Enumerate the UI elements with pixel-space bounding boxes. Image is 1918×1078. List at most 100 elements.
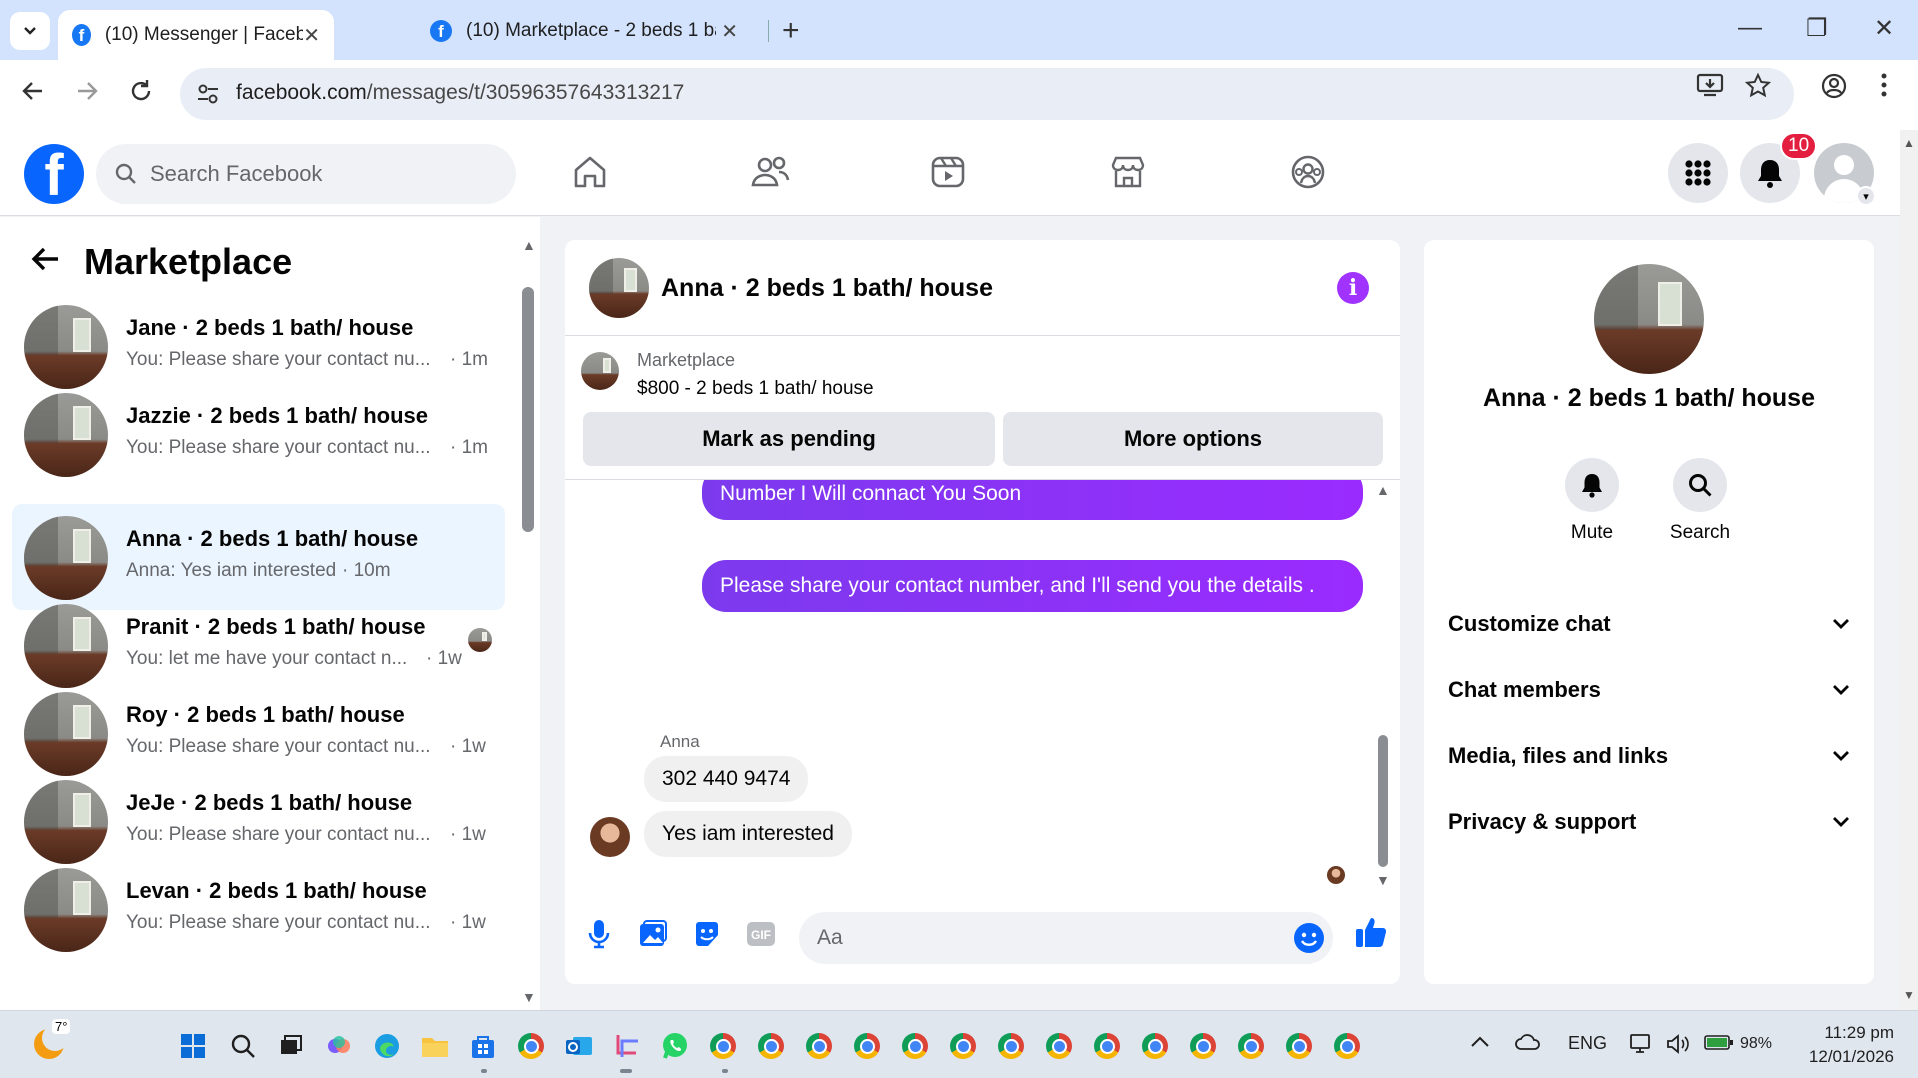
outgoing-message[interactable]: Number I Will connact You Soon bbox=[702, 480, 1363, 520]
search-input[interactable] bbox=[150, 161, 480, 187]
facebook-search-box[interactable] bbox=[96, 144, 516, 204]
conversation-list-scrollbar[interactable] bbox=[522, 287, 534, 532]
mark-as-pending-button[interactable]: Mark as pending bbox=[583, 412, 995, 466]
message-scrollbar[interactable] bbox=[1378, 735, 1388, 867]
media-files-links-section[interactable]: Media, files and links bbox=[1448, 734, 1850, 778]
conversation-item-levan[interactable]: Levan · 2 beds 1 bath/ house You: Please… bbox=[12, 856, 505, 962]
chrome-icon[interactable] bbox=[756, 1031, 786, 1061]
chrome-icon[interactable] bbox=[1332, 1031, 1362, 1061]
site-settings-icon[interactable] bbox=[194, 80, 222, 108]
chrome-icon[interactable] bbox=[948, 1031, 978, 1061]
mute-button[interactable]: Mute bbox=[1552, 458, 1632, 544]
new-tab-button[interactable]: + bbox=[782, 14, 800, 48]
marketplace-icon[interactable] bbox=[1106, 150, 1150, 194]
close-tab-icon[interactable]: ✕ bbox=[303, 23, 320, 48]
battery-icon[interactable] bbox=[1704, 1033, 1734, 1056]
outgoing-message[interactable]: Please share your contact number, and I'… bbox=[702, 560, 1363, 612]
scroll-down-arrow-icon[interactable]: ▼ bbox=[522, 989, 536, 1005]
kebab-menu-icon[interactable] bbox=[1880, 72, 1888, 105]
close-tab-icon[interactable]: ✕ bbox=[721, 19, 738, 44]
edge-icon[interactable] bbox=[372, 1031, 402, 1061]
info-icon[interactable]: i bbox=[1337, 272, 1369, 304]
sticker-icon[interactable] bbox=[689, 916, 725, 952]
chat-members-section[interactable]: Chat members bbox=[1448, 668, 1850, 712]
scroll-down-arrow-icon[interactable]: ▼ bbox=[1903, 988, 1915, 1002]
panel-title: Marketplace bbox=[84, 241, 293, 282]
chrome-icon[interactable] bbox=[1092, 1031, 1122, 1061]
chrome-icon[interactable] bbox=[516, 1031, 546, 1061]
emoji-icon[interactable] bbox=[1293, 922, 1325, 959]
back-icon[interactable] bbox=[20, 78, 46, 111]
outlook-icon[interactable] bbox=[564, 1031, 594, 1061]
tab-marketplace[interactable]: f (10) Marketplace - 2 beds 1 bat ✕ bbox=[416, 10, 752, 52]
close-window-icon[interactable]: ✕ bbox=[1874, 14, 1894, 43]
install-app-icon[interactable] bbox=[1696, 72, 1724, 105]
browser-toolbar: facebook.com/messages/t/3059635764331321… bbox=[0, 60, 1918, 130]
chrome-icon[interactable] bbox=[1236, 1031, 1266, 1061]
video-icon[interactable] bbox=[926, 150, 970, 194]
chrome-icon[interactable] bbox=[996, 1031, 1026, 1061]
file-explorer-icon[interactable] bbox=[420, 1031, 450, 1061]
restore-icon[interactable]: ❐ bbox=[1806, 14, 1828, 43]
scroll-up-arrow-icon[interactable]: ▲ bbox=[522, 237, 536, 253]
chat-avatar[interactable] bbox=[589, 258, 649, 318]
gif-icon[interactable]: GIF bbox=[743, 916, 779, 952]
message-input[interactable] bbox=[817, 926, 1257, 950]
chrome-icon[interactable] bbox=[1284, 1031, 1314, 1061]
chrome-icon[interactable] bbox=[852, 1031, 882, 1061]
groups-icon[interactable] bbox=[1286, 150, 1330, 194]
page-scrollbar[interactable]: ▲ ▼ bbox=[1900, 130, 1918, 1010]
listing-price-title[interactable]: $800 - 2 beds 1 bath/ house bbox=[637, 378, 874, 400]
profile-icon[interactable] bbox=[1820, 72, 1848, 107]
sender-avatar[interactable] bbox=[590, 817, 630, 857]
volume-icon[interactable] bbox=[1666, 1033, 1690, 1060]
minimize-icon[interactable]: — bbox=[1738, 14, 1762, 42]
chrome-icon[interactable] bbox=[708, 1031, 738, 1061]
thumbs-up-icon[interactable] bbox=[1351, 912, 1391, 952]
search-conversation-button[interactable]: Search bbox=[1660, 458, 1740, 544]
bookmark-star-icon[interactable] bbox=[1744, 72, 1772, 107]
more-options-button[interactable]: More options bbox=[1003, 412, 1383, 466]
tab-search-button[interactable] bbox=[10, 12, 50, 50]
scroll-down-arrow-icon[interactable]: ▼ bbox=[1376, 872, 1390, 888]
start-icon[interactable] bbox=[178, 1031, 208, 1061]
forward-icon[interactable] bbox=[74, 78, 100, 111]
store-icon[interactable] bbox=[468, 1031, 498, 1061]
language-indicator[interactable]: ENG bbox=[1568, 1033, 1607, 1054]
reload-icon[interactable] bbox=[128, 78, 154, 111]
photo-icon[interactable] bbox=[635, 916, 671, 952]
copilot-icon[interactable] bbox=[324, 1031, 354, 1061]
home-icon[interactable] bbox=[568, 150, 612, 194]
chrome-icon[interactable] bbox=[1044, 1031, 1074, 1061]
customize-chat-section[interactable]: Customize chat bbox=[1448, 602, 1850, 646]
incoming-message[interactable]: 302 440 9474 bbox=[644, 756, 809, 802]
account-caret-icon[interactable]: ▾ bbox=[1856, 186, 1876, 206]
search-icon[interactable] bbox=[228, 1031, 258, 1061]
tab-messenger[interactable]: f (10) Messenger | Facebook ✕ bbox=[58, 10, 334, 60]
chrome-icon[interactable] bbox=[900, 1031, 930, 1061]
conversation-item-jazzie[interactable]: Jazzie · 2 beds 1 bath/ house You: Pleas… bbox=[12, 381, 505, 487]
back-arrow-icon[interactable] bbox=[30, 243, 60, 282]
chrome-icon[interactable] bbox=[804, 1031, 834, 1061]
address-bar[interactable]: facebook.com/messages/t/3059635764331321… bbox=[180, 68, 1794, 120]
incoming-message[interactable]: Yes iam interested bbox=[644, 811, 852, 857]
weather-widget[interactable]: 7° bbox=[30, 1019, 71, 1059]
microphone-icon[interactable] bbox=[581, 916, 617, 952]
facebook-logo-icon[interactable]: f bbox=[24, 144, 84, 204]
privacy-support-section[interactable]: Privacy & support bbox=[1448, 800, 1850, 844]
display-network-icon[interactable] bbox=[1630, 1033, 1654, 1060]
message-input-box[interactable] bbox=[799, 912, 1333, 964]
menu-grid-button[interactable] bbox=[1668, 143, 1728, 203]
show-hidden-icons-chevron-icon[interactable] bbox=[1470, 1033, 1490, 1054]
task-view-icon[interactable] bbox=[276, 1031, 306, 1061]
friends-icon[interactable] bbox=[748, 150, 792, 194]
chrome-icon[interactable] bbox=[1140, 1031, 1170, 1061]
scroll-up-arrow-icon[interactable]: ▲ bbox=[1376, 482, 1390, 498]
onedrive-cloud-icon[interactable] bbox=[1514, 1033, 1542, 1056]
scroll-up-arrow-icon[interactable]: ▲ bbox=[1903, 136, 1915, 150]
whatsapp-icon[interactable] bbox=[660, 1031, 690, 1061]
chat-title[interactable]: Anna · 2 beds 1 bath/ house bbox=[661, 274, 993, 303]
chrome-icon[interactable] bbox=[1188, 1031, 1218, 1061]
clock[interactable]: 11:29 pm 12/01/2026 bbox=[1790, 1021, 1894, 1069]
snipping-tool-icon[interactable] bbox=[612, 1031, 642, 1061]
